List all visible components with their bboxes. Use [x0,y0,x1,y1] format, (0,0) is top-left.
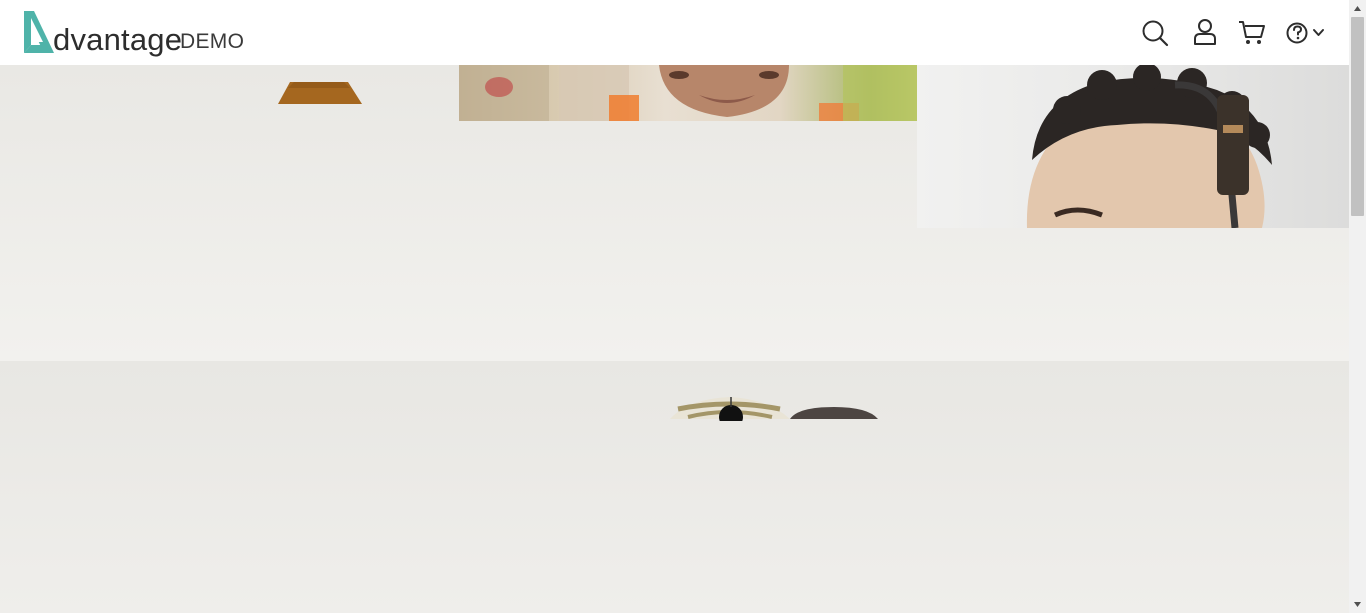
search-icon [1142,20,1169,47]
vertical-scrollbar[interactable] [1349,0,1366,613]
user-icon [1194,19,1216,45]
cart-button[interactable] [1237,18,1267,48]
woman-image [459,65,917,121]
user-menu-button[interactable] [1190,18,1220,48]
logo-demo-label: DEMO [180,30,245,53]
scroll-up-arrow-icon[interactable] [1349,0,1366,17]
help-menu-button[interactable] [1285,18,1327,48]
chevron-down-icon [1313,29,1324,36]
scrollbar-thumb[interactable] [1351,17,1364,216]
logo-wordmark: dvantage [53,22,183,57]
help-icon [1286,22,1324,44]
top-navigation-bar: dvantage DEMO [0,0,1349,65]
mouse-image [668,395,880,429]
logo-a-mark-icon [24,11,54,53]
headphones-man-image [917,65,1349,228]
advantage-logo[interactable]: dvantage DEMO [22,9,262,57]
speaker-image [278,82,364,111]
cart-icon [1239,21,1265,44]
scroll-down-arrow-icon[interactable] [1349,596,1366,613]
search-button[interactable] [1140,18,1170,48]
main-content [0,65,1349,613]
